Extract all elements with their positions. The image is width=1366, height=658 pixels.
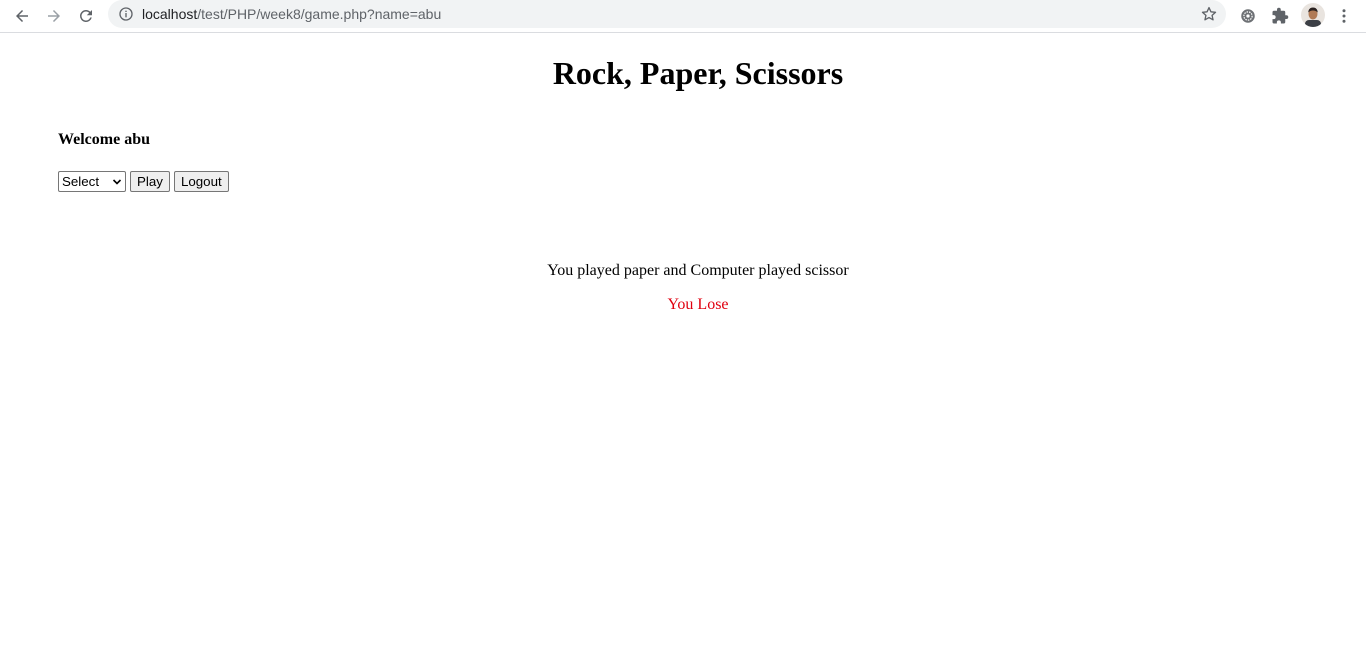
- extension-settings-button[interactable]: [1234, 2, 1262, 30]
- page-content: Rock, Paper, Scissors Welcome abu Select…: [0, 33, 1366, 658]
- chevron-down-icon: [112, 178, 122, 185]
- welcome-text: Welcome abu: [58, 131, 150, 148]
- move-select[interactable]: Select: [58, 171, 126, 192]
- forward-button[interactable]: [40, 2, 68, 30]
- kebab-menu-icon: [1342, 9, 1346, 23]
- reload-icon: [79, 9, 92, 22]
- arrow-right-icon: [48, 10, 60, 22]
- settings-extension-icon: [1241, 9, 1255, 23]
- browser-toolbar: localhost/test/PHP/week8/game.php?name=a…: [0, 0, 1366, 33]
- puzzle-icon: [1272, 7, 1289, 24]
- game-controls: Select Play Logout: [58, 171, 229, 192]
- move-select-value: Select: [62, 174, 100, 189]
- arrow-left-icon: [16, 10, 28, 22]
- extensions-button[interactable]: [1266, 2, 1294, 30]
- url-text[interactable]: localhost/test/PHP/week8/game.php?name=a…: [142, 6, 441, 22]
- profile-avatar[interactable]: [1301, 3, 1325, 27]
- info-icon[interactable]: [118, 6, 134, 22]
- page-title: Rock, Paper, Scissors: [552, 55, 844, 91]
- avatar-icon: [1301, 3, 1325, 27]
- outcome-text: You Lose: [667, 296, 729, 313]
- browser-menu-button[interactable]: [1330, 2, 1358, 30]
- logout-button[interactable]: Logout: [173, 171, 229, 192]
- url-host: localhost: [142, 6, 198, 22]
- url-path: /test/PHP/week8/game.php?name=abu: [197, 6, 442, 22]
- play-button[interactable]: Play: [130, 171, 170, 192]
- star-icon[interactable]: [1200, 5, 1218, 23]
- reload-button[interactable]: [72, 2, 100, 30]
- back-button[interactable]: [8, 2, 36, 30]
- address-bar[interactable]: localhost/test/PHP/week8/game.php?name=a…: [108, 0, 1226, 28]
- result-text: You played paper and Computer played sci…: [547, 262, 849, 279]
